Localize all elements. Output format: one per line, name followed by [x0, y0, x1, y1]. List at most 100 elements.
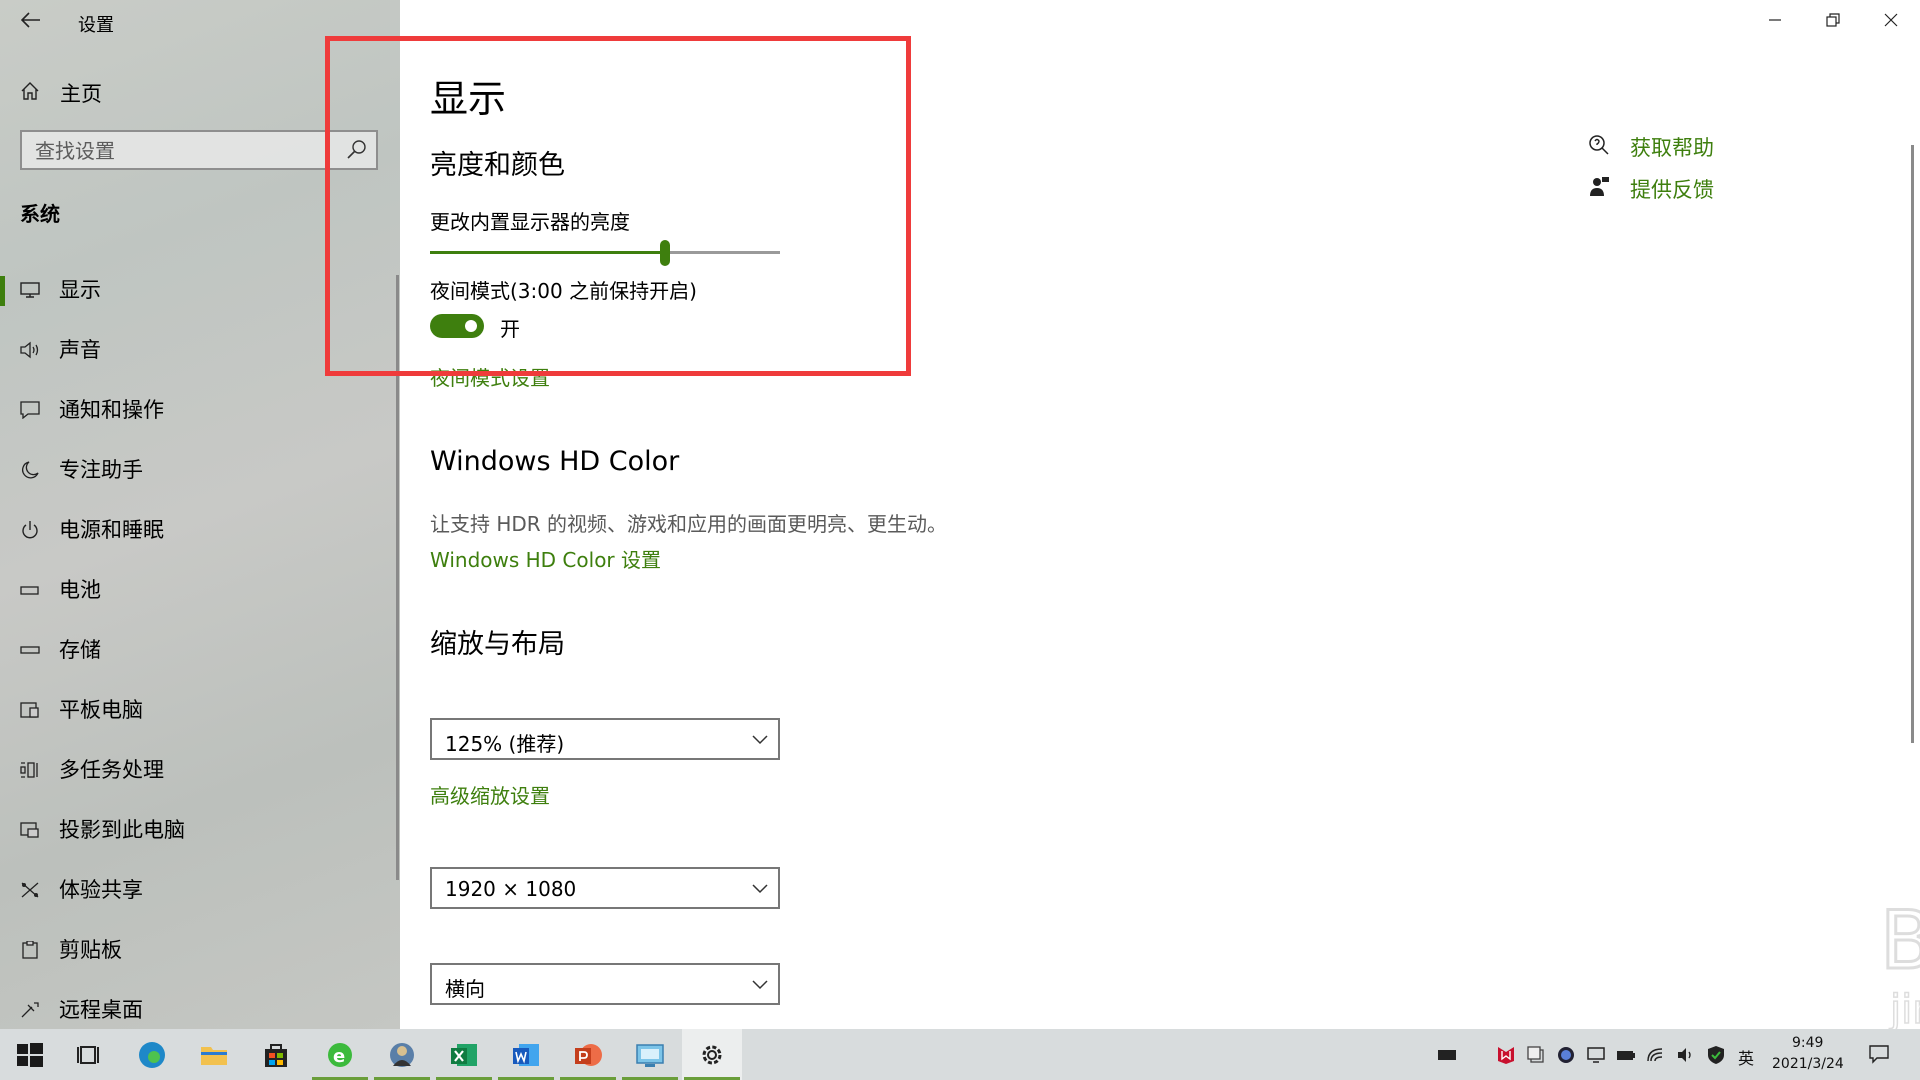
get-help-link[interactable]: 获取帮助 — [1630, 132, 1714, 162]
sidebar-item-label: 投影到此电脑 — [59, 818, 185, 842]
page-title: 显示 — [430, 77, 507, 121]
sidebar-item-label: 显示 — [59, 278, 101, 302]
scale-dropdown[interactable]: 125% (推荐) — [430, 718, 780, 760]
brightness-heading: 亮度和颜色 — [430, 150, 565, 181]
battery-icon — [20, 586, 39, 595]
sidebar-item-display[interactable]: 显示 — [0, 260, 400, 320]
excel-icon — [451, 1044, 477, 1066]
ie-browser-button[interactable]: e — [310, 1029, 370, 1080]
task-view-button[interactable] — [60, 1029, 120, 1080]
project-icon — [20, 822, 39, 838]
clipboard-icon — [22, 941, 38, 959]
scale-value: 125% (推荐) — [445, 732, 565, 756]
start-button[interactable] — [0, 1029, 60, 1080]
sidebar-item-notifications[interactable]: 通知和操作 — [0, 380, 400, 440]
windows-logo-icon — [17, 1043, 43, 1067]
slider-fill — [430, 251, 665, 254]
sidebar-item-storage[interactable]: 存储 — [0, 620, 400, 680]
home-icon — [21, 82, 39, 100]
sidebar: 设置 主页 系统 显示 声音 通知和操作 专注助手 — [0, 0, 400, 1029]
display-tray-icon[interactable] — [1586, 1045, 1606, 1065]
night-light-toggle[interactable] — [430, 314, 484, 338]
main-scrollbar[interactable] — [1911, 145, 1914, 743]
photo-app-icon — [390, 1043, 414, 1067]
powerpoint-button[interactable] — [558, 1029, 618, 1080]
copy-tray-icon[interactable] — [1526, 1045, 1546, 1065]
sidebar-item-label: 平板电脑 — [59, 698, 143, 722]
sidebar-item-sound[interactable]: 声音 — [0, 320, 400, 380]
edge-icon — [139, 1042, 165, 1068]
hdr-settings-link[interactable]: Windows HD Color 设置 — [430, 544, 661, 573]
sidebar-item-clipboard[interactable]: 剪贴板 — [0, 920, 400, 980]
sidebar-item-project[interactable]: 投影到此电脑 — [0, 800, 400, 860]
folder-icon — [201, 1047, 227, 1065]
search-input[interactable] — [22, 132, 337, 170]
taskbar: e 英 9:49 2021/3/24 — [0, 1029, 1920, 1080]
action-center-icon[interactable] — [1869, 1044, 1889, 1064]
sidebar-item-tablet[interactable]: 平板电脑 — [0, 680, 400, 740]
sidebar-item-label: 电源和睡眠 — [59, 518, 164, 542]
resolution-dropdown[interactable]: 1920 × 1080 — [430, 867, 780, 909]
night-light-label: 夜间模式(3:00 之前保持开启) — [430, 279, 697, 303]
photo-app-button[interactable] — [372, 1029, 432, 1080]
hdr-heading: Windows HD Color — [430, 446, 680, 477]
settings-button[interactable] — [682, 1029, 742, 1080]
main-content: 显示 亮度和颜色 更改内置显示器的亮度 夜间模式(3:00 之前保持开启) 开 … — [400, 0, 1920, 1034]
clock-date[interactable]: 2021/3/24 — [1772, 1056, 1844, 1072]
ie-browser-icon: e — [328, 1043, 352, 1067]
sidebar-item-label: 体验共享 — [59, 878, 143, 902]
scale-heading: 缩放与布局 — [430, 629, 565, 660]
brightness-slider[interactable] — [430, 240, 780, 270]
ime-indicator[interactable]: 英 — [1738, 1045, 1754, 1069]
speaker-icon — [20, 341, 39, 359]
sidebar-item-power-sleep[interactable]: 电源和睡眠 — [0, 500, 400, 560]
chevron-down-icon — [752, 980, 768, 990]
orientation-dropdown[interactable]: 横向 — [430, 963, 780, 1005]
advanced-scaling-link[interactable]: 高级缩放设置 — [430, 780, 550, 809]
moon-icon — [22, 461, 39, 479]
clock-time[interactable]: 9:49 — [1792, 1035, 1823, 1051]
volume-icon[interactable] — [1676, 1045, 1696, 1065]
circle-app-icon[interactable] — [1556, 1045, 1576, 1065]
chevron-down-icon — [752, 884, 768, 894]
sidebar-home-label: 主页 — [60, 82, 102, 106]
sidebar-item-battery[interactable]: 电池 — [0, 560, 400, 620]
multitask-icon — [20, 762, 38, 778]
slider-thumb[interactable] — [659, 240, 670, 266]
file-explorer-button[interactable] — [184, 1029, 244, 1080]
remote-app-button[interactable] — [620, 1029, 680, 1080]
store-button[interactable] — [246, 1029, 306, 1080]
battery-tray-icon[interactable] — [1616, 1045, 1636, 1065]
sidebar-item-multitasking[interactable]: 多任务处理 — [0, 740, 400, 800]
give-feedback-link[interactable]: 提供反馈 — [1630, 174, 1714, 204]
back-button[interactable] — [14, 6, 48, 34]
sidebar-item-label: 电池 — [59, 578, 101, 602]
edge-button[interactable] — [122, 1029, 182, 1080]
security-shield-icon[interactable] — [1706, 1045, 1726, 1065]
help-chat-icon — [1589, 135, 1609, 155]
wifi-icon[interactable] — [1646, 1045, 1666, 1065]
night-light-settings-link[interactable]: 夜间模式设置 — [430, 362, 550, 391]
toggle-knob — [465, 320, 477, 332]
sidebar-item-label: 专注助手 — [59, 458, 143, 482]
power-icon — [22, 521, 38, 539]
mcafee-icon[interactable] — [1496, 1045, 1516, 1065]
sidebar-item-label: 声音 — [59, 338, 101, 362]
gear-icon — [702, 1045, 722, 1065]
keyboard-icon[interactable] — [1437, 1045, 1457, 1065]
sidebar-item-shared-experiences[interactable]: 体验共享 — [0, 860, 400, 920]
sidebar-home[interactable]: 主页 — [0, 74, 400, 108]
toggle-state-label: 开 — [500, 317, 520, 341]
word-button[interactable] — [496, 1029, 556, 1080]
feedback-icon — [1590, 177, 1609, 196]
sidebar-scrollbar[interactable] — [396, 275, 399, 880]
share-icon — [21, 882, 39, 898]
sidebar-item-label: 通知和操作 — [59, 398, 164, 422]
search-icon[interactable] — [346, 139, 368, 161]
app-title: 设置 — [78, 15, 114, 36]
sidebar-item-focus-assist[interactable]: 专注助手 — [0, 440, 400, 500]
resolution-value: 1920 × 1080 — [445, 877, 577, 901]
excel-button[interactable] — [434, 1029, 494, 1080]
store-icon — [265, 1044, 287, 1067]
baidu-watermark-logo: Bai 经 jingyan.baidu.com — [1879, 893, 1920, 1034]
